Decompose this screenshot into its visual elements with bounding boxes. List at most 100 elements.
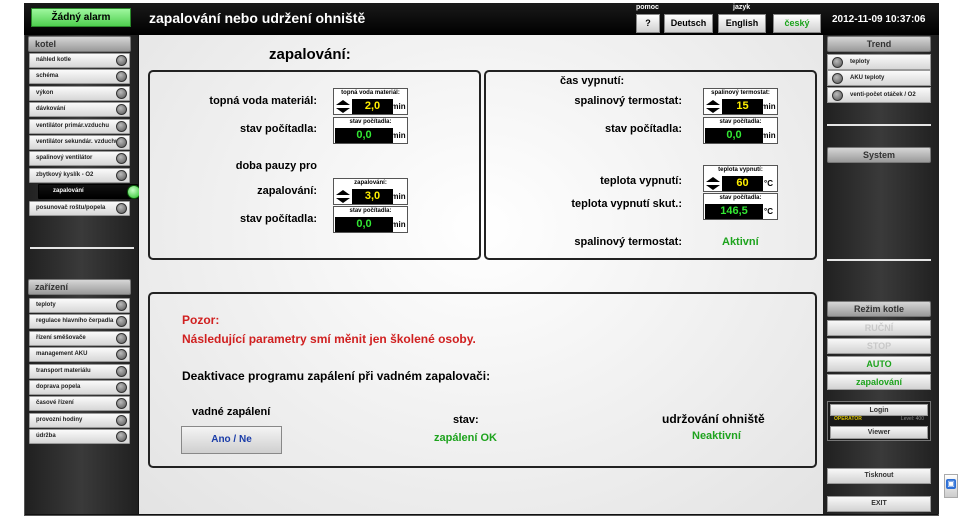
sidebar-item-label: ventilátor primár.vzduchu bbox=[36, 122, 110, 129]
status-led-icon bbox=[116, 120, 127, 132]
language-english-button[interactable]: English bbox=[718, 14, 766, 33]
sidebar-item-label: posunovač roštu/popela bbox=[36, 204, 106, 211]
up-down-arrows-icon[interactable] bbox=[335, 189, 352, 204]
mode-stop-button[interactable]: STOP bbox=[827, 338, 931, 354]
mode-ignition-button[interactable]: zapalování bbox=[827, 374, 931, 390]
status-led-icon bbox=[116, 349, 127, 361]
status-led-icon bbox=[116, 332, 127, 344]
vadne-zapaleni-label: vadné zapálení bbox=[192, 406, 271, 418]
mode-section-header: Režim kotle bbox=[827, 301, 931, 317]
sidebar-item-label: teploty bbox=[36, 302, 56, 308]
sidebar-item[interactable]: spalinový ventilátor bbox=[29, 151, 130, 167]
up-down-arrows-icon[interactable] bbox=[705, 176, 722, 191]
trend-item-aku-teploty[interactable]: AKU teploty bbox=[827, 70, 931, 86]
zapalovani-label: zapalování: bbox=[257, 185, 317, 197]
status-led-icon bbox=[116, 365, 127, 377]
sidebar-item[interactable]: provozní hodiny bbox=[29, 412, 130, 428]
sidebar-item-label: ventilátor sekundár. vzduchu bbox=[36, 139, 119, 145]
status-led-icon bbox=[832, 73, 843, 84]
spalinovy-termostat-status-label: spalinový termostat: bbox=[574, 236, 682, 248]
alarm-indicator[interactable]: Žádný alarm bbox=[31, 8, 131, 27]
status-led-icon bbox=[116, 104, 127, 116]
zarizeni-section-header: zařízení bbox=[28, 279, 131, 295]
trend-item-venti[interactable]: venti-počet otáček / O2 bbox=[827, 87, 931, 103]
sidebar-item-label: náhled kotle bbox=[36, 57, 72, 63]
sidebar-item-label: zapalování bbox=[53, 188, 84, 195]
spalinovy-termostat-status-value: Aktivní bbox=[722, 236, 759, 248]
stav-pocitadla-label-2: stav počítadla: bbox=[239, 213, 317, 225]
zapalovani-input[interactable]: zapalování: 3,0 min bbox=[333, 178, 408, 205]
sidebar-item[interactable]: schéma bbox=[29, 69, 130, 85]
window-icon: ▣ bbox=[946, 479, 956, 489]
udrzovani-label: udržování ohniště bbox=[662, 412, 765, 426]
sidebar-item[interactable]: výkon bbox=[29, 85, 130, 101]
sidebar-item[interactable]: management AKU bbox=[29, 347, 130, 363]
spalinovy-termostat-label: spalinový termostat: bbox=[574, 95, 682, 107]
login-button[interactable]: Login bbox=[830, 404, 928, 416]
stav-pocitadla-display-3: stav počítadla: 0,0 min bbox=[703, 117, 778, 144]
teplota-vypnuti-skut-label: teplota vypnutí skut.: bbox=[571, 198, 682, 210]
sidebar-item[interactable]: dávkování bbox=[29, 102, 130, 118]
print-button[interactable]: Tisknout bbox=[827, 468, 931, 484]
sidebar-item[interactable]: řízení směšovače bbox=[29, 330, 130, 346]
sidebar-item[interactable]: teploty bbox=[29, 298, 130, 313]
sidebar-item-label: spalinový ventilátor bbox=[36, 155, 93, 162]
sidebar-item-label: řízení směšovače bbox=[36, 334, 86, 341]
status-led-icon bbox=[116, 137, 127, 148]
sidebar-item[interactable]: ventilátor sekundár. vzduchu bbox=[29, 135, 130, 150]
sidebar-item[interactable]: regulace hlavního čerpadla bbox=[29, 314, 130, 330]
language-deutsch-button[interactable]: Deutsch bbox=[664, 14, 713, 33]
sidebar-item[interactable]: doprava popela bbox=[29, 380, 130, 395]
udrzovani-value: Neaktivní bbox=[692, 430, 741, 442]
scroll-handle[interactable]: ▣ bbox=[944, 474, 958, 498]
ano-ne-button[interactable]: Ano / Ne bbox=[181, 426, 282, 454]
up-down-arrows-icon[interactable] bbox=[335, 99, 352, 114]
mode-manual-button[interactable]: RUČNÍ bbox=[827, 320, 931, 336]
help-button[interactable]: ? bbox=[636, 14, 660, 33]
sidebar-item-label: zbytkový kyslík - O2 bbox=[36, 171, 94, 178]
status-led-icon bbox=[116, 431, 127, 443]
sidebar-item[interactable]: náhled kotle bbox=[29, 53, 130, 68]
operator-text: OPERATOR bbox=[834, 416, 862, 422]
sidebar-item-label: provozní hodiny bbox=[36, 416, 83, 423]
sidebar-item[interactable]: údržba bbox=[29, 429, 130, 445]
sidebar-item[interactable]: transport materiálu bbox=[29, 363, 130, 379]
teplota-vypnuti-label: teplota vypnutí: bbox=[600, 175, 682, 187]
viewer-button[interactable]: Viewer bbox=[830, 426, 928, 439]
sidebar-item-label: regulace hlavního čerpadla bbox=[36, 318, 114, 325]
trend-item-teploty[interactable]: teploty bbox=[827, 54, 931, 70]
topna-voda-input[interactable]: topná voda materiál: 2,0 min bbox=[333, 88, 408, 115]
spalinovy-termostat-input[interactable]: spalinový termostat: 15 min bbox=[703, 88, 778, 115]
status-led-icon bbox=[116, 169, 127, 181]
stav-pocitadla-label-3: stav počítadla: bbox=[604, 123, 682, 135]
teplota-vypnuti-input[interactable]: teplota vypnutí: 60 °C bbox=[703, 165, 778, 192]
system-button[interactable]: System bbox=[827, 147, 931, 163]
stav-value: zapálení OK bbox=[434, 432, 497, 444]
sidebar-item-label: výkon bbox=[36, 89, 54, 96]
mode-auto-button[interactable]: AUTO bbox=[827, 356, 931, 372]
sidebar-item[interactable]: zapalování bbox=[38, 184, 141, 200]
deactivation-text: Deaktivace programu zapálení při vadném … bbox=[182, 369, 491, 383]
trend-section-header: Trend bbox=[827, 36, 931, 52]
sidebar-item[interactable]: posunovač roštu/popela bbox=[29, 200, 130, 216]
sidebar-item-label: schéma bbox=[36, 73, 59, 80]
sidebar-item[interactable]: zbytkový kyslík - O2 bbox=[29, 167, 130, 183]
warning-title: Pozor: bbox=[182, 313, 220, 327]
status-led-icon bbox=[116, 55, 127, 66]
status-led-icon bbox=[116, 382, 127, 393]
sidebar-item[interactable]: časové řízení bbox=[29, 396, 130, 412]
status-led-icon bbox=[116, 87, 127, 99]
sidebar-item-label: časové řízení bbox=[36, 400, 74, 407]
language-czech-button[interactable]: český bbox=[773, 14, 821, 33]
teplota-vypnuti-skut-display: stav počítadla: 146,5 °C bbox=[703, 193, 778, 220]
stav-label: stav: bbox=[453, 414, 479, 426]
up-down-arrows-icon[interactable] bbox=[705, 99, 722, 114]
status-led-icon bbox=[116, 71, 127, 83]
right-sidebar bbox=[823, 35, 939, 514]
sidebar-divider bbox=[827, 124, 931, 126]
main-heading: zapalování: bbox=[269, 46, 351, 63]
sidebar-item-label: údržba bbox=[36, 433, 56, 440]
exit-button[interactable]: EXIT bbox=[827, 496, 931, 512]
status-led-icon bbox=[116, 414, 127, 426]
sidebar-item[interactable]: ventilátor primár.vzduchu bbox=[29, 118, 130, 134]
